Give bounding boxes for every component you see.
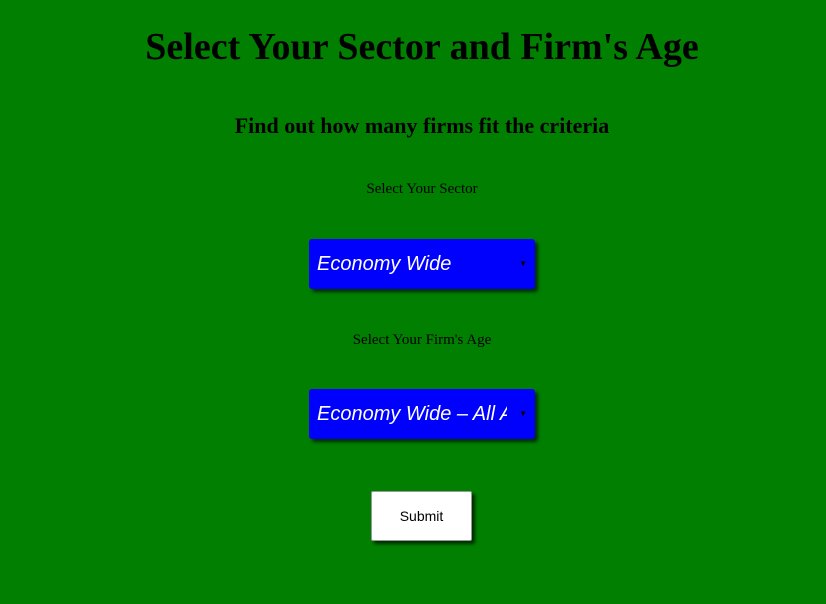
chevron-down-icon: ▼	[519, 409, 527, 418]
sector-select-value: Economy Wide	[317, 253, 452, 275]
chevron-down-icon: ▼	[519, 259, 527, 268]
firm-age-select[interactable]: Economy Wide – All Ages ▼	[309, 389, 535, 439]
sector-label: Select Your Sector	[366, 181, 478, 197]
sector-select[interactable]: Economy Wide ▼	[309, 239, 535, 289]
firm-age-select-value: Economy Wide – All Ages	[317, 403, 507, 425]
page-title: Select Your Sector and Firm's Age	[145, 26, 699, 68]
page-subtitle: Find out how many firms fit the criteria	[234, 113, 610, 138]
firm-age-label: Select Your Firm's Age	[352, 332, 492, 348]
submit-button[interactable]: Submit	[371, 491, 472, 541]
